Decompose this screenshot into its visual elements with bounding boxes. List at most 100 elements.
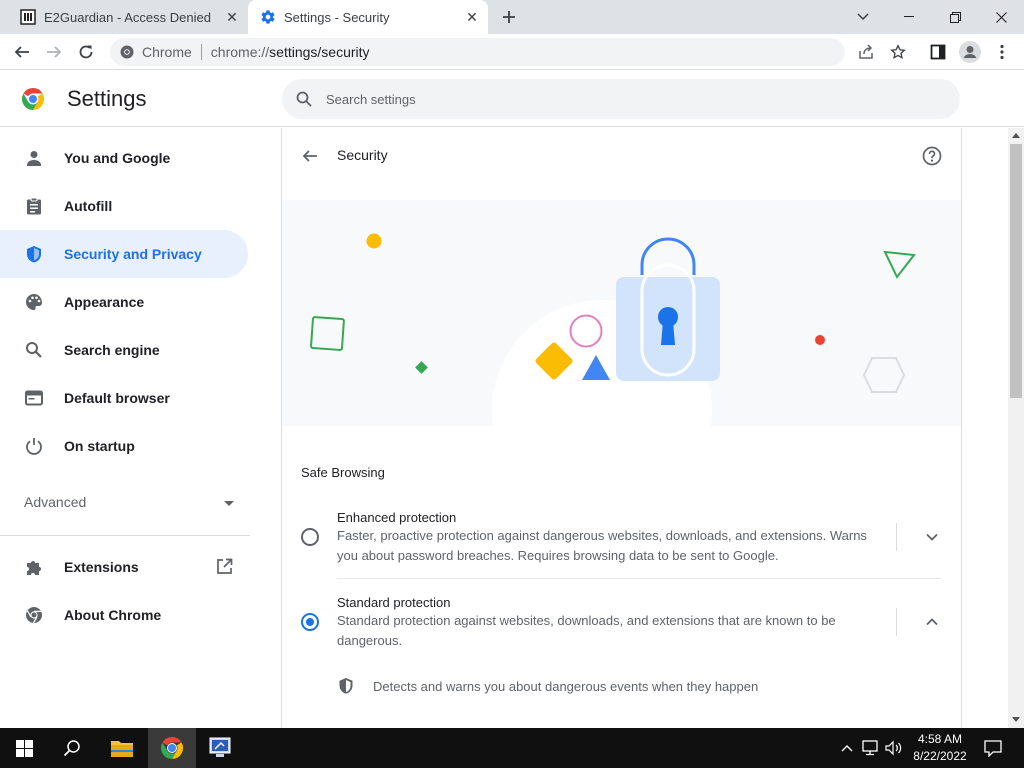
close-tab-icon[interactable]: ✕ (462, 7, 482, 27)
subpage-title: Security (337, 147, 388, 163)
browser-icon (24, 388, 44, 408)
chrome-icon (120, 45, 134, 59)
settings-header: Settings (0, 71, 1024, 127)
enhanced-protection-radio[interactable] (301, 528, 319, 546)
file-explorer-icon[interactable] (98, 728, 146, 768)
new-tab-button[interactable] (498, 6, 520, 28)
sidebar-item-about-chrome[interactable]: About Chrome (0, 591, 248, 639)
scroll-down-arrow-icon[interactable] (1008, 712, 1024, 726)
address-bar[interactable]: Chrome chrome://settings/security (110, 38, 845, 66)
start-button[interactable] (0, 728, 48, 768)
standard-protection-detail: Detects and warns you about dangerous ev… (337, 677, 758, 695)
side-panel-icon[interactable] (924, 38, 952, 66)
browser-toolbar: Chrome chrome://settings/security (0, 34, 1024, 70)
sidebar-item-default-browser[interactable]: Default browser (0, 374, 248, 422)
option-description: Faster, proactive protection against dan… (337, 528, 867, 563)
option-separator (337, 578, 941, 579)
e2guardian-icon (20, 9, 36, 25)
clock-time: 4:58 AM (917, 732, 963, 746)
advanced-label: Advanced (24, 494, 87, 510)
sidebar-item-on-startup[interactable]: On startup (0, 422, 248, 470)
bookmark-star-icon[interactable] (884, 38, 912, 66)
enhanced-protection-option[interactable]: Enhanced protection Faster, proactive pr… (282, 498, 961, 578)
page-scrollbar[interactable] (1008, 128, 1024, 728)
close-tab-icon[interactable]: ✕ (222, 7, 242, 27)
power-icon (24, 436, 44, 456)
tab-e2guardian[interactable]: E2Guardian - Access Denied ✕ (8, 0, 248, 34)
option-description: Standard protection against websites, do… (337, 613, 836, 648)
more-menu-icon[interactable] (988, 38, 1016, 66)
sidebar-divider (0, 535, 250, 536)
settings-sidebar: You and Google Autofill Security and Pri… (0, 128, 256, 728)
shield-icon (24, 244, 44, 264)
subpage-header: Security (282, 128, 961, 184)
sidebar-item-appearance[interactable]: Appearance (0, 278, 248, 326)
tab-settings-security[interactable]: Settings - Security ✕ (248, 0, 488, 34)
standard-protection-radio[interactable] (301, 613, 319, 631)
sidebar-item-label: Extensions (64, 559, 139, 575)
option-divider (896, 608, 897, 636)
notification-center-icon[interactable] (978, 728, 1008, 768)
clock-date: 8/22/2022 (913, 749, 967, 763)
sidebar-item-label: You and Google (64, 150, 171, 166)
safe-browsing-heading: Safe Browsing (301, 465, 385, 480)
taskbar-clock[interactable]: 4:58 AM 8/22/2022 (906, 731, 974, 765)
shield-icon (337, 677, 355, 695)
sidebar-item-label: Appearance (64, 294, 145, 310)
puzzle-icon (24, 557, 44, 577)
remote-desktop-icon[interactable] (196, 728, 244, 768)
standard-protection-option[interactable]: Standard protection Standard protection … (282, 583, 961, 663)
network-icon[interactable] (858, 740, 882, 756)
minimize-button[interactable] (886, 0, 932, 34)
volume-icon[interactable] (882, 740, 906, 756)
taskbar-chrome-icon[interactable] (148, 728, 196, 768)
taskbar-search-icon[interactable] (48, 728, 96, 768)
scrollbar-thumb[interactable] (1010, 144, 1022, 398)
collapse-chevron-up-icon[interactable] (920, 610, 944, 634)
back-button[interactable] (8, 38, 36, 66)
advanced-toggle[interactable]: Advanced (24, 490, 234, 514)
reload-button[interactable] (72, 38, 100, 66)
show-hidden-icons-chevron-icon[interactable] (836, 744, 858, 752)
sidebar-item-search-engine[interactable]: Search engine (0, 326, 248, 374)
system-tray (836, 728, 906, 768)
sidebar-item-label: Default browser (64, 390, 170, 406)
site-info-chip[interactable]: Chrome (120, 44, 192, 60)
search-icon (24, 340, 44, 360)
scroll-up-arrow-icon[interactable] (1008, 128, 1024, 142)
clipboard-icon (24, 196, 44, 216)
sidebar-item-security-and-privacy[interactable]: Security and Privacy (0, 230, 248, 278)
sidebar-item-label: About Chrome (64, 607, 162, 623)
sidebar-item-autofill[interactable]: Autofill (0, 182, 248, 230)
settings-search-box[interactable] (282, 79, 960, 119)
dropdown-arrow-icon (224, 494, 234, 510)
tab-search-icon[interactable] (840, 0, 886, 34)
sidebar-item-label: Security and Privacy (64, 246, 202, 262)
profile-avatar-icon[interactable] (956, 38, 984, 66)
share-icon[interactable] (852, 38, 880, 66)
option-title: Enhanced protection (337, 510, 457, 525)
option-divider (896, 523, 897, 551)
sidebar-item-you-and-google[interactable]: You and Google (0, 134, 248, 182)
sidebar-item-label: On startup (64, 438, 135, 454)
tab-title: E2Guardian - Access Denied (44, 9, 211, 25)
chrome-icon (24, 605, 44, 625)
restore-button[interactable] (932, 0, 978, 34)
settings-search-input[interactable] (326, 91, 926, 107)
open-in-new-icon (216, 558, 233, 578)
site-chip-label: Chrome (142, 44, 192, 60)
windows-taskbar: 4:58 AM 8/22/2022 (0, 728, 1024, 768)
security-illustration (282, 200, 961, 426)
help-icon[interactable] (921, 145, 943, 167)
sidebar-item-extensions[interactable]: Extensions (0, 543, 248, 591)
expand-chevron-down-icon[interactable] (920, 525, 944, 549)
page-title: Settings (67, 86, 147, 111)
gear-icon (260, 9, 276, 25)
back-arrow-button[interactable] (298, 144, 322, 168)
detail-text: Detects and warns you about dangerous ev… (373, 678, 759, 694)
chrome-logo-icon (21, 87, 45, 116)
omnibox-divider (200, 44, 202, 60)
forward-button[interactable] (40, 38, 68, 66)
close-window-button[interactable] (978, 0, 1024, 34)
option-title: Standard protection (337, 595, 451, 610)
